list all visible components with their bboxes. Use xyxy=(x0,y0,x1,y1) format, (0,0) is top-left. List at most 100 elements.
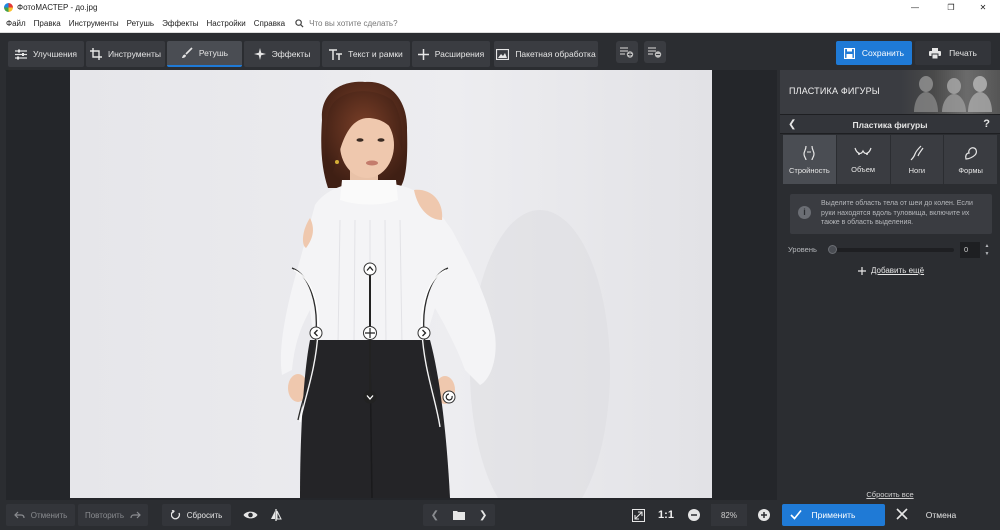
folder-icon[interactable] xyxy=(453,510,465,520)
portrait-photo xyxy=(70,70,712,498)
print-button[interactable]: Печать xyxy=(915,41,991,65)
add-more-label: Добавить ещё xyxy=(871,266,925,275)
sparkle-icon xyxy=(253,48,266,60)
search-icon xyxy=(295,19,304,28)
save-button[interactable]: Сохранить xyxy=(836,41,912,65)
minimize-button[interactable]: — xyxy=(898,0,932,15)
printer-icon xyxy=(929,47,942,59)
menu-settings[interactable]: Настройки xyxy=(206,19,245,28)
tab-batch[interactable]: Пакетная обработка xyxy=(494,41,598,67)
compare-button[interactable] xyxy=(268,504,284,526)
floppy-icon xyxy=(843,47,855,59)
menu-file[interactable]: Файл xyxy=(6,19,26,28)
menu-help[interactable]: Справка xyxy=(254,19,285,28)
maximize-button[interactable]: ❐ xyxy=(934,0,968,15)
redo-button[interactable]: Повторить xyxy=(78,504,148,526)
add-more-link[interactable]: Добавить ещё xyxy=(858,266,924,275)
check-icon xyxy=(790,509,802,520)
fit-screen-icon xyxy=(631,508,645,522)
tab-extensions[interactable]: Расширения xyxy=(412,41,490,67)
tab-slimness[interactable]: Стройность xyxy=(783,135,836,184)
tab-enhancements[interactable]: Улучшения xyxy=(8,41,84,67)
level-slider-knob[interactable] xyxy=(828,245,837,254)
panel-subheader-title: Пластика фигуры xyxy=(852,120,928,130)
tab-legs[interactable]: Ноги xyxy=(890,135,944,184)
body-slim-icon xyxy=(803,145,815,160)
compare-add-button[interactable] xyxy=(616,41,638,63)
close-icon xyxy=(896,508,908,520)
menu-effects[interactable]: Эффекты xyxy=(162,19,198,28)
text-icon xyxy=(329,48,343,60)
zoom-in-button[interactable] xyxy=(757,504,771,526)
tab-volume[interactable]: Объем xyxy=(836,135,890,184)
spin-up-icon[interactable]: ▲ xyxy=(982,242,992,250)
level-label: Уровень xyxy=(788,245,817,254)
print-label: Печать xyxy=(949,48,977,58)
zoom-in-icon xyxy=(758,509,770,521)
tab-shapes-label: Формы xyxy=(958,165,983,175)
app-logo-icon xyxy=(4,3,13,12)
menu-edit[interactable]: Правка xyxy=(34,19,61,28)
zoom-1to1-button[interactable]: 1:1 xyxy=(655,504,677,526)
tab-batch-label: Пакетная обработка xyxy=(515,49,596,59)
cancel-label: Отмена xyxy=(925,510,957,520)
crop-icon xyxy=(89,48,102,60)
reset-button[interactable]: Сбросить xyxy=(162,504,231,526)
undo-icon xyxy=(13,511,25,519)
menu-retouch[interactable]: Ретушь xyxy=(127,19,155,28)
menu-bar: Файл Правка Инструменты Ретушь Эффекты Н… xyxy=(0,15,1000,33)
preview-toggle-button[interactable] xyxy=(240,504,260,526)
info-box: i Выделите область тела от шеи до колен.… xyxy=(790,194,992,234)
apply-button[interactable]: Применить xyxy=(782,504,885,526)
tab-retouch-label: Ретушь xyxy=(198,48,229,58)
zoom-out-icon xyxy=(688,509,700,521)
right-panel: ПЛАСТИКА ФИГУРЫ ❮ Пластика фигуры ? Стро… xyxy=(780,70,1000,500)
fit-screen-button[interactable] xyxy=(629,504,647,526)
next-image-icon[interactable]: ❯ xyxy=(479,510,487,521)
reset-all-link[interactable]: Сбросить все xyxy=(780,490,1000,499)
plus-icon xyxy=(417,48,429,60)
panel-banner: ПЛАСТИКА ФИГУРЫ xyxy=(780,70,1000,114)
window-title: ФотоМАСТЕР - до.jpg xyxy=(17,3,98,12)
compare-remove-button[interactable] xyxy=(644,41,666,63)
zoom-out-button[interactable] xyxy=(687,504,701,526)
level-input[interactable]: 0 xyxy=(960,242,980,258)
tab-volume-label: Объем xyxy=(851,164,876,174)
eye-icon xyxy=(243,511,257,519)
undo-button[interactable]: Отменить xyxy=(6,504,75,526)
redo-icon xyxy=(130,511,141,519)
banner-figures-image xyxy=(914,76,992,112)
tab-effects-label: Эффекты xyxy=(271,49,311,59)
reset-label: Сбросить xyxy=(186,510,223,520)
tab-shapes[interactable]: Формы xyxy=(944,135,997,184)
title-bar: ФотоМАСТЕР - до.jpg — ❐ ✕ xyxy=(0,0,1000,15)
level-control: Уровень 0 ▲ ▼ xyxy=(788,242,992,258)
tab-tools[interactable]: Инструменты xyxy=(86,41,165,67)
tab-effects[interactable]: Эффекты xyxy=(244,41,320,67)
menu-search[interactable]: Что вы хотите сделать? xyxy=(295,19,398,28)
chest-icon xyxy=(854,147,872,155)
close-window-button[interactable]: ✕ xyxy=(966,0,1000,15)
menu-tools[interactable]: Инструменты xyxy=(69,19,119,28)
photo-canvas[interactable] xyxy=(70,70,712,498)
prev-image-icon[interactable]: ❮ xyxy=(431,510,439,521)
zoom-level[interactable]: 82% xyxy=(711,504,747,526)
tab-text-frames-label: Текст и рамки xyxy=(348,49,403,59)
level-spinner[interactable]: ▲ ▼ xyxy=(982,242,992,258)
brush-icon xyxy=(181,47,193,58)
save-label: Сохранить xyxy=(861,48,905,58)
level-slider[interactable] xyxy=(831,248,954,252)
tab-retouch[interactable]: Ретушь xyxy=(167,41,242,67)
reset-icon xyxy=(170,510,180,520)
cancel-button[interactable]: Отмена xyxy=(889,504,993,526)
shape-icon xyxy=(964,146,977,160)
spin-down-icon[interactable]: ▼ xyxy=(982,250,992,258)
tab-text-frames[interactable]: Текст и рамки xyxy=(322,41,410,67)
compare-icon xyxy=(271,509,282,521)
help-button[interactable]: ? xyxy=(983,118,990,130)
apply-label: Применить xyxy=(811,510,856,520)
redo-label: Повторить xyxy=(84,510,125,520)
undo-label: Отменить xyxy=(30,510,68,520)
legs-icon xyxy=(910,145,924,160)
info-text: Выделите область тела от шеи до колен. Е… xyxy=(821,200,973,226)
